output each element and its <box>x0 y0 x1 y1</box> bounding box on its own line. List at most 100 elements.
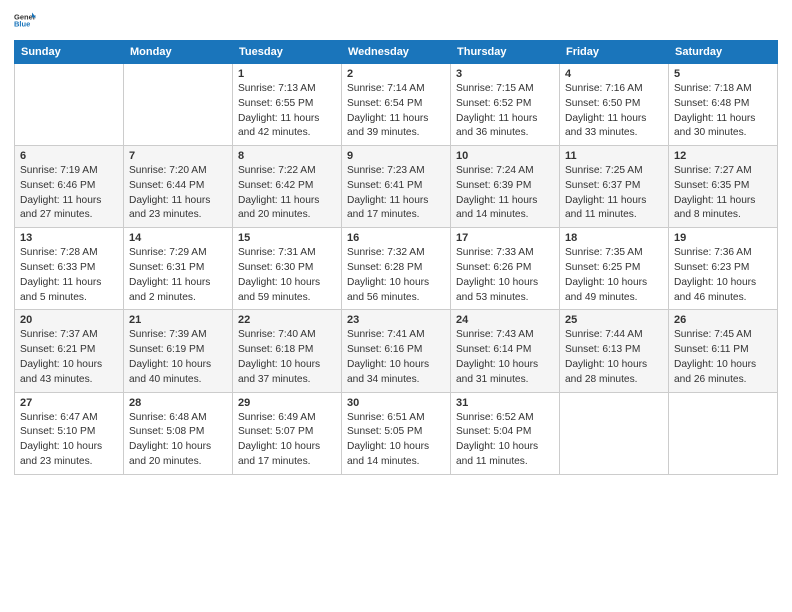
cell-line: Daylight: 11 hours and 30 minutes. <box>674 113 755 139</box>
cell-line: Sunrise: 7:18 AM <box>674 83 752 94</box>
cell-line: Daylight: 10 hours and 40 minutes. <box>129 359 211 385</box>
cell-line: Sunrise: 7:35 AM <box>565 247 643 258</box>
calendar-cell <box>15 64 124 146</box>
calendar-cell: 29Sunrise: 6:49 AMSunset: 5:07 PMDayligh… <box>233 392 342 474</box>
calendar-cell: 12Sunrise: 7:27 AMSunset: 6:35 PMDayligh… <box>669 146 778 228</box>
cell-content: Sunrise: 7:20 AMSunset: 6:44 PMDaylight:… <box>129 164 227 223</box>
cell-line: Sunrise: 7:39 AM <box>129 329 207 340</box>
cell-content: Sunrise: 7:19 AM Sunset: 6:46 PM Daylight:… <box>20 164 118 223</box>
cell-line: Sunrise: 7:29 AM <box>129 247 207 258</box>
day-number: 15 <box>238 232 336 244</box>
col-header-saturday: Saturday <box>669 41 778 64</box>
cell-content: Sunrise: 6:52 AMSunset: 5:04 PMDaylight:… <box>456 411 554 470</box>
cell-line: Daylight: 11 hours and 36 minutes. <box>456 113 537 139</box>
week-row-4: 20Sunrise: 7:37 AMSunset: 6:21 PMDayligh… <box>15 310 778 392</box>
cell-line: Sunrise: 7:31 AM <box>238 247 316 258</box>
cell-content: Sunrise: 7:33 AMSunset: 6:26 PMDaylight:… <box>456 246 554 305</box>
cell-line: Sunset: 6:35 PM <box>674 180 749 191</box>
cell-content: Sunrise: 7:15 AM Sunset: 6:52 PM Daylight:… <box>456 82 554 141</box>
week-row-3: 13Sunrise: 7:28 AMSunset: 6:33 PMDayligh… <box>15 228 778 310</box>
cell-line: Sunset: 6:25 PM <box>565 262 640 273</box>
day-number: 4 <box>565 68 663 80</box>
calendar-cell: 1Sunrise: 7:13 AMSunset: 6:55 PMDaylight… <box>233 64 342 146</box>
calendar-cell: 14 Sunrise: 7:29 AM Sunset: 6:31 PM Dayligh… <box>124 228 233 310</box>
cell-line: Sunset: 6:21 PM <box>20 344 95 355</box>
cell-line: Daylight: 10 hours and 20 minutes. <box>129 441 211 467</box>
day-number: 27 <box>20 397 118 409</box>
day-number: 9 <box>347 150 445 162</box>
cell-line: Sunset: 6:31 PM <box>129 262 204 273</box>
cell-line: Sunrise: 7:24 AM <box>456 165 534 176</box>
day-number: 22 <box>238 314 336 326</box>
cell-line: Sunset: 6:52 PM <box>456 98 531 109</box>
cell-line: Daylight: 11 hours and 20 minutes. <box>238 195 319 221</box>
calendar-cell: 20Sunrise: 7:37 AMSunset: 6:21 PMDayligh… <box>15 310 124 392</box>
day-number: 24 <box>456 314 554 326</box>
cell-content: Sunrise: 6:51 AMSunset: 5:05 PMDaylight:… <box>347 411 445 470</box>
cell-line: Daylight: 10 hours and 31 minutes. <box>456 359 538 385</box>
week-row-2: 6 Sunrise: 7:19 AM Sunset: 6:46 PM Daylight… <box>15 146 778 228</box>
cell-line: Sunrise: 7:19 AM <box>20 165 98 176</box>
cell-content: Sunrise: 7:41 AMSunset: 6:16 PMDaylight:… <box>347 328 445 387</box>
cell-line: Sunrise: 7:27 AM <box>674 165 752 176</box>
calendar-cell: 26Sunrise: 7:45 AMSunset: 6:11 PMDayligh… <box>669 310 778 392</box>
cell-line: Sunset: 6:14 PM <box>456 344 531 355</box>
day-number: 21 <box>129 314 227 326</box>
cell-line: Sunset: 6:39 PM <box>456 180 531 191</box>
cell-line: Daylight: 10 hours and 11 minutes. <box>456 441 538 467</box>
day-number: 11 <box>565 150 663 162</box>
cell-line: Sunrise: 7:28 AM <box>20 247 98 258</box>
day-number: 14 <box>129 232 227 244</box>
col-header-sunday: Sunday <box>15 41 124 64</box>
cell-line: Sunrise: 7:15 AM <box>456 83 534 94</box>
cell-content: Sunrise: 7:43 AMSunset: 6:14 PMDaylight:… <box>456 328 554 387</box>
day-number: 10 <box>456 150 554 162</box>
cell-content: Sunrise: 7:39 AM Sunset: 6:19 PM Daylight:… <box>129 328 227 387</box>
cell-line: Daylight: 10 hours and 28 minutes. <box>565 359 647 385</box>
cell-line: Sunset: 6:19 PM <box>129 344 204 355</box>
day-number: 7 <box>129 150 227 162</box>
cell-line: Daylight: 11 hours and 42 minutes. <box>238 113 319 139</box>
calendar-cell <box>669 392 778 474</box>
cell-content: Sunrise: 7:23 AMSunset: 6:41 PMDaylight:… <box>347 164 445 223</box>
cell-line: Daylight: 10 hours and 14 minutes. <box>347 441 429 467</box>
cell-content: Sunrise: 7:24 AMSunset: 6:39 PMDaylight:… <box>456 164 554 223</box>
cell-line: Sunset: 6:30 PM <box>238 262 313 273</box>
cell-content: Sunrise: 7:32 AMSunset: 6:28 PMDaylight:… <box>347 246 445 305</box>
cell-line: Daylight: 10 hours and 46 minutes. <box>674 277 756 303</box>
calendar-cell: 27 Sunrise: 6:47 AMSunset: 5:10 PMDayligh… <box>15 392 124 474</box>
cell-line: Sunset: 6:54 PM <box>347 98 422 109</box>
cell-line: Sunset: 6:48 PM <box>674 98 749 109</box>
cell-line: Sunset: 6:46 PM <box>20 180 95 191</box>
day-number: 30 <box>347 397 445 409</box>
cell-line: Daylight: 11 hours and 17 minutes. <box>347 195 428 221</box>
cell-line: Sunrise: 6:47 AM <box>20 412 98 423</box>
cell-line: Sunrise: 6:49 AM <box>238 412 316 423</box>
logo: General Blue <box>14 10 38 32</box>
calendar-cell: 3Sunrise: 7:15 AMSunset: 6:52 PMDaylight… <box>451 64 560 146</box>
cell-line: Daylight: 11 hours and 2 minutes. <box>129 277 210 303</box>
cell-line: Sunset: 5:04 PM <box>456 426 531 437</box>
calendar-cell: 22Sunrise: 7:40 AMSunset: 6:18 PMDayligh… <box>233 310 342 392</box>
cell-content: Sunrise: 6:48 AMSunset: 5:08 PMDaylight:… <box>129 411 227 470</box>
cell-line: Sunset: 6:55 PM <box>238 98 313 109</box>
cell-line: Daylight: 10 hours and 23 minutes. <box>20 441 102 467</box>
cell-line: Sunset: 6:26 PM <box>456 262 531 273</box>
day-number: 6 <box>20 150 118 162</box>
cell-line: Daylight: 10 hours and 56 minutes. <box>347 277 429 303</box>
calendar-cell: 5Sunrise: 7:18 AMSunset: 6:48 PMDaylight… <box>669 64 778 146</box>
calendar-cell: 28Sunrise: 6:48 AMSunset: 5:08 PMDayligh… <box>124 392 233 474</box>
col-header-tuesday: Tuesday <box>233 41 342 64</box>
cell-line: Sunset: 5:08 PM <box>129 426 204 437</box>
cell-line: Daylight: 11 hours and 27 minutes. <box>20 195 101 221</box>
calendar-cell: 13Sunrise: 7:28 AMSunset: 6:33 PMDayligh… <box>15 228 124 310</box>
calendar-cell: 30 Sunrise: 6:51 AMSunset: 5:05 PMDayligh… <box>342 392 451 474</box>
cell-line: Sunset: 6:44 PM <box>129 180 204 191</box>
cell-line: Daylight: 10 hours and 26 minutes. <box>674 359 756 385</box>
cell-line: Daylight: 10 hours and 34 minutes. <box>347 359 429 385</box>
day-number: 31 <box>456 397 554 409</box>
cell-content: Sunrise: 6:47 AMSunset: 5:10 PMDaylight:… <box>20 411 118 470</box>
day-number: 20 <box>20 314 118 326</box>
day-number: 2 <box>347 68 445 80</box>
cell-content: Sunrise: 7:27 AMSunset: 6:35 PMDaylight:… <box>674 164 772 223</box>
